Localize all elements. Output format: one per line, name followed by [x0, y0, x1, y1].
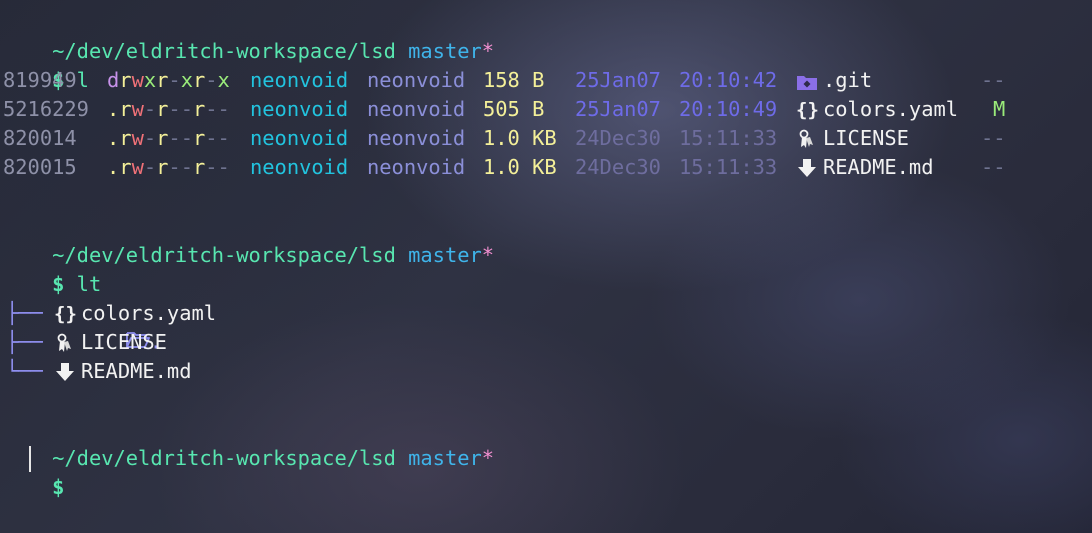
inode: 820015 [3, 155, 77, 179]
file-name: README.md [823, 155, 934, 179]
owner-user: neonvoid [250, 126, 349, 150]
git-dirty-marker: * [481, 243, 495, 267]
download-arrow-icon [796, 157, 818, 186]
tree-branch: └── [6, 359, 43, 383]
git-status: M [993, 97, 1006, 121]
git-branch: master [408, 446, 482, 470]
tree-root: . [3, 270, 162, 354]
inode: 820014 [3, 126, 77, 150]
git-status: -- [981, 126, 1006, 150]
tree-item: ├── {} colors.yaml [3, 299, 403, 328]
prompt-path: ~/dev/eldritch-workspace/lsd [52, 243, 396, 267]
file-size: 1.0 KB [483, 126, 557, 150]
svg-text:{}: {} [54, 304, 76, 324]
owner-group: neonvoid [367, 155, 466, 179]
svg-text:{}: {} [796, 100, 818, 120]
modified-time: 15:11:33 [679, 126, 778, 150]
terminal-window[interactable]: ~/dev/eldritch-workspace/lsd master* $ l… [0, 0, 1092, 533]
list-item: 820014 .rw-r--r-- neonvoid neonvoid 1.0 KB 24… [3, 124, 1083, 153]
file-name: .git [823, 68, 873, 92]
prompt-line: ~/dev/eldritch-workspace/lsd master* [3, 415, 494, 470]
file-name: colors.yaml [823, 97, 959, 121]
permissions: .rw-r--r-- [107, 97, 230, 121]
text-cursor [29, 446, 31, 472]
tree-item: └── README.md [3, 357, 403, 386]
list-item: 820015 .rw-r--r-- neonvoid neonvoid 1.0 KB 24… [3, 153, 1083, 182]
prompt-line: ~/dev/eldritch-workspace/lsd master* [3, 8, 494, 63]
modified-date: 25Jan07 [575, 97, 661, 121]
prompt-path: ~/dev/eldritch-workspace/lsd [52, 446, 396, 470]
git-dirty-marker: * [481, 39, 495, 63]
list-item: 5216229 .rw-r--r-- neonvoid neonvoid 505 B 25… [3, 95, 1083, 124]
owner-group: neonvoid [367, 97, 466, 121]
modified-date: 24Dec30 [575, 126, 661, 150]
git-branch: master [408, 39, 482, 63]
owner-user: neonvoid [250, 68, 349, 92]
prompt-line: ~/dev/eldritch-workspace/lsd master* [3, 212, 494, 267]
permissions: .rw-r--r-- [107, 126, 230, 150]
modified-time: 20:10:42 [679, 68, 778, 92]
tree-branch: ├── [6, 330, 43, 354]
inode: 5216229 [3, 97, 89, 121]
list-item: 819949 drwxr-xr-x neonvoid neonvoid 158 B 25J… [3, 66, 1083, 95]
tree-branch: ├── [6, 301, 43, 325]
file-name: LICENSE [823, 126, 909, 150]
modified-date: 25Jan07 [575, 68, 661, 92]
command-line[interactable]: $ [3, 444, 64, 499]
permissions: drwxr-xr-x [107, 68, 230, 92]
command-line: $ l [3, 37, 89, 92]
file-size: 158 B [483, 68, 545, 92]
file-name: colors.yaml [81, 301, 217, 325]
prompt-symbol: $ [52, 475, 65, 499]
file-name: README.md [81, 359, 192, 383]
download-arrow-icon [54, 361, 76, 390]
owner-group: neonvoid [367, 126, 466, 150]
owner-user: neonvoid [250, 97, 349, 121]
modified-date: 24Dec30 [575, 155, 661, 179]
git-branch: master [408, 243, 482, 267]
git-dirty-marker: * [481, 446, 495, 470]
permissions: .rw-r--r-- [107, 155, 230, 179]
file-size: 1.0 KB [483, 155, 557, 179]
command-line: $ lt [3, 241, 101, 296]
owner-user: neonvoid [250, 155, 349, 179]
modified-time: 20:10:49 [679, 97, 778, 121]
git-status: -- [981, 155, 1006, 179]
prompt-path: ~/dev/eldritch-workspace/lsd [52, 39, 396, 63]
file-size: 505 B [483, 97, 545, 121]
git-status: -- [981, 68, 1006, 92]
file-name: LICENSE [81, 330, 167, 354]
inode: 819949 [3, 68, 77, 92]
tree-item: ├── LICENSE [3, 328, 403, 357]
owner-group: neonvoid [367, 68, 466, 92]
modified-time: 15:11:33 [679, 155, 778, 179]
